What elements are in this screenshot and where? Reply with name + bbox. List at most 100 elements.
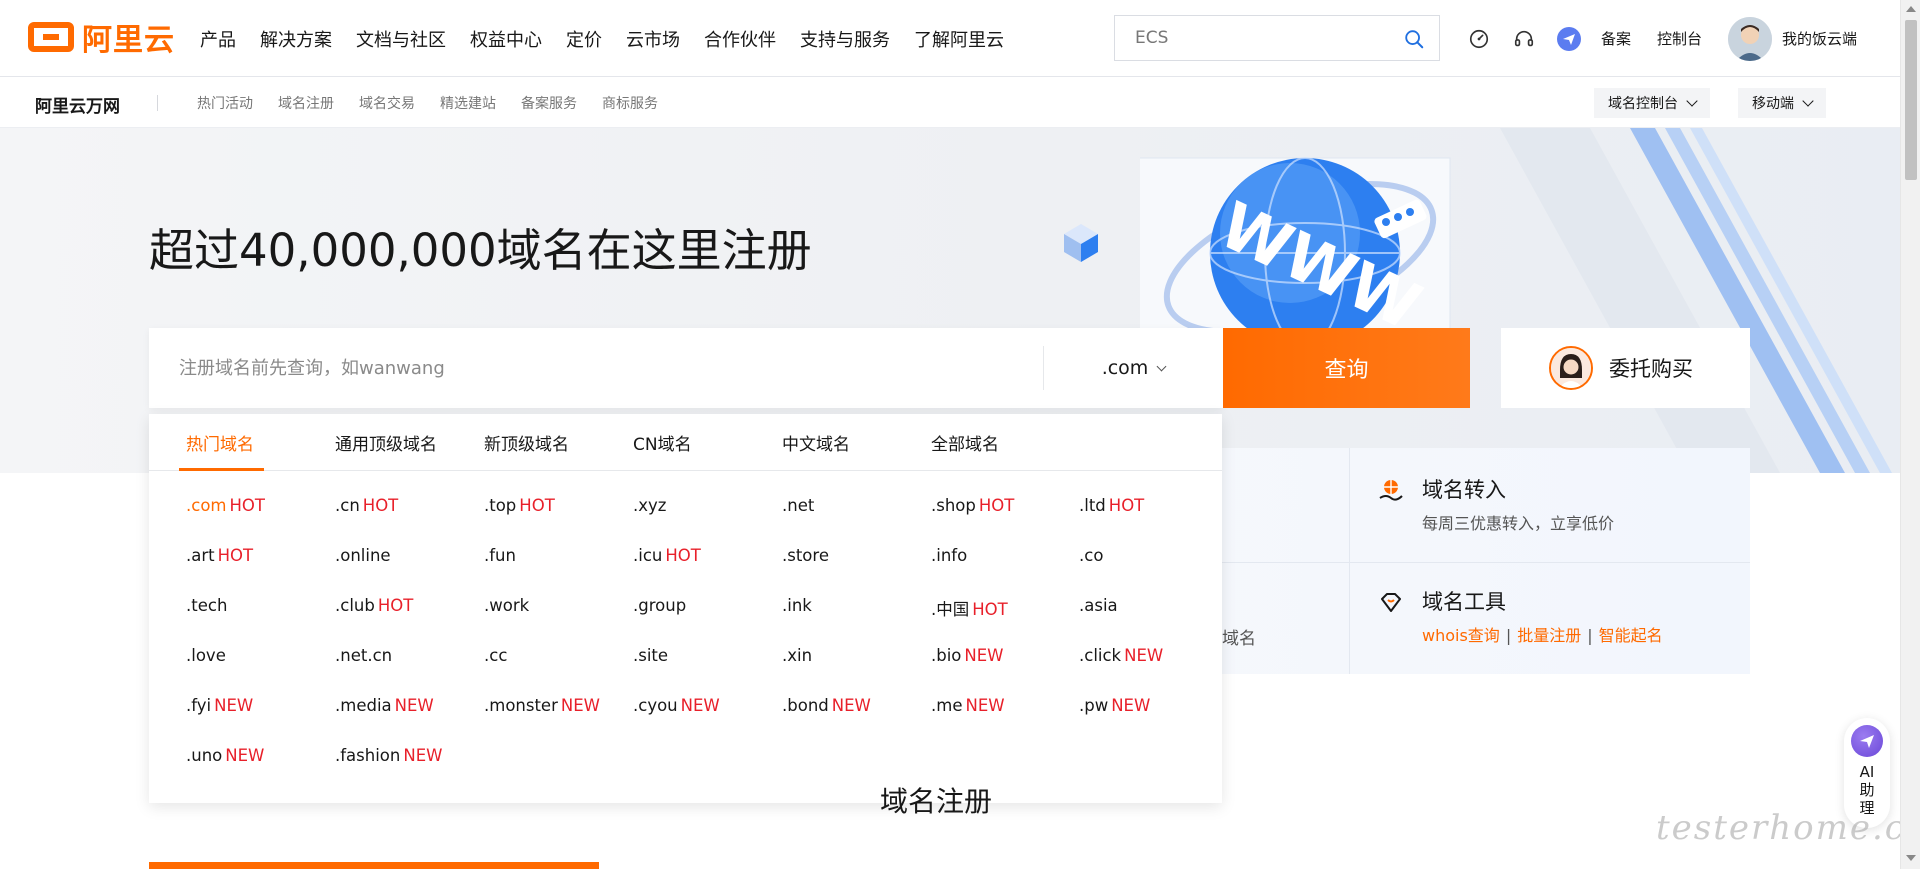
- top-search-input[interactable]: [1135, 28, 1395, 48]
- tld-item[interactable]: .cn HOT: [335, 496, 398, 515]
- sub-link-trade[interactable]: 域名交易: [359, 93, 415, 113]
- aliyun-logo[interactable]: 阿里云: [28, 20, 175, 58]
- tld-item[interactable]: .ink: [782, 596, 812, 615]
- tld-item[interactable]: .fyi NEW: [186, 696, 253, 715]
- nav-item-docs[interactable]: 文档与社区: [356, 26, 446, 52]
- broker-buy-button[interactable]: 委托购买: [1501, 328, 1750, 408]
- sub-link-sites[interactable]: 精选建站: [440, 93, 496, 113]
- tld-item[interactable]: .pw NEW: [1079, 696, 1150, 715]
- service-divider: [1349, 448, 1350, 674]
- tld-item[interactable]: .top HOT: [484, 496, 555, 515]
- tab-new[interactable]: 新顶级域名: [484, 430, 569, 455]
- tld-item[interactable]: .cc: [484, 646, 507, 665]
- speed-icon[interactable]: [1466, 26, 1492, 52]
- tld-item[interactable]: .中国 HOT: [931, 596, 1008, 620]
- tld-item[interactable]: .monster NEW: [484, 696, 600, 715]
- tld-item[interactable]: .uno NEW: [186, 746, 264, 765]
- avatar[interactable]: [1728, 16, 1773, 61]
- sub-link-events[interactable]: 热门活动: [197, 93, 253, 113]
- page-scrollbar[interactable]: [1900, 0, 1920, 869]
- nav-item-products[interactable]: 产品: [200, 26, 236, 52]
- tab-cn[interactable]: CN域名: [633, 430, 692, 455]
- search-icon[interactable]: [1403, 28, 1425, 50]
- domain-console-button[interactable]: 域名控制台: [1594, 88, 1710, 118]
- tld-item[interactable]: .club HOT: [335, 596, 413, 615]
- scroll-down-arrow-icon[interactable]: [1906, 855, 1916, 861]
- tld-item[interactable]: .tech: [186, 596, 227, 615]
- nav-item-pricing[interactable]: 定价: [566, 26, 602, 52]
- tld-tag-badge: NEW: [225, 746, 265, 765]
- nav-item-partners[interactable]: 合作伙伴: [704, 26, 776, 52]
- ai-plane-icon: [1851, 725, 1883, 757]
- user-name[interactable]: 我的饭云端: [1782, 28, 1857, 49]
- tab-all[interactable]: 全部域名: [931, 430, 999, 455]
- tld-item[interactable]: .fashion NEW: [335, 746, 442, 765]
- tld-item[interactable]: .bio NEW: [931, 646, 1004, 665]
- console-link[interactable]: 控制台: [1657, 28, 1702, 49]
- tld-item[interactable]: .art HOT: [186, 546, 253, 565]
- tld-item[interactable]: .fun: [484, 546, 516, 565]
- tld-name: .media: [335, 696, 392, 715]
- nav-item-about[interactable]: 了解阿里云: [914, 26, 1004, 52]
- headset-icon[interactable]: [1511, 26, 1537, 52]
- scroll-up-arrow-icon[interactable]: [1906, 6, 1916, 12]
- tld-tag-badge: NEW: [965, 696, 1005, 715]
- tld-name: .cc: [484, 646, 508, 665]
- plane-icon[interactable]: [1556, 26, 1582, 52]
- tld-item[interactable]: .co: [1079, 546, 1103, 565]
- tools-title: 域名工具: [1422, 590, 1506, 614]
- nav-item-solutions[interactable]: 解决方案: [260, 26, 332, 52]
- tld-item[interactable]: .ltd HOT: [1079, 496, 1144, 515]
- tld-item[interactable]: .click NEW: [1079, 646, 1163, 665]
- tld-item[interactable]: .store: [782, 546, 829, 565]
- section-accent-bar: [149, 862, 599, 869]
- mobile-button[interactable]: 移动端: [1738, 88, 1826, 118]
- top-search: [1114, 15, 1440, 61]
- beian-link[interactable]: 备案: [1601, 28, 1631, 49]
- tld-item[interactable]: .work: [484, 596, 529, 615]
- query-button[interactable]: 查询: [1223, 328, 1470, 408]
- tab-generic[interactable]: 通用顶级域名: [335, 430, 437, 455]
- sub-link-beian[interactable]: 备案服务: [521, 93, 577, 113]
- tld-item[interactable]: .xyz: [633, 496, 666, 515]
- section-title: 域名注册: [880, 785, 993, 818]
- batch-register-link[interactable]: 批量注册: [1517, 626, 1581, 645]
- tld-item[interactable]: .net: [782, 496, 814, 515]
- tld-item[interactable]: .bond NEW: [782, 696, 871, 715]
- tld-item[interactable]: .cyou NEW: [633, 696, 720, 715]
- tld-item[interactable]: .com HOT: [186, 496, 265, 515]
- tld-name: .click: [1079, 646, 1122, 665]
- sub-link-register[interactable]: 域名注册: [278, 93, 334, 113]
- tld-name: .icu: [633, 546, 663, 565]
- scrollbar-thumb[interactable]: [1905, 20, 1917, 180]
- tld-select[interactable]: .com: [1043, 346, 1223, 390]
- tld-item[interactable]: .me NEW: [931, 696, 1005, 715]
- smart-naming-link[interactable]: 智能起名: [1599, 626, 1663, 645]
- nav-item-marketplace[interactable]: 云市场: [626, 26, 680, 52]
- tld-item[interactable]: .xin: [782, 646, 812, 665]
- whois-link[interactable]: whois查询: [1422, 626, 1500, 645]
- tld-item[interactable]: .site: [633, 646, 668, 665]
- tld-item[interactable]: .info: [931, 546, 967, 565]
- sub-link-trademark[interactable]: 商标服务: [602, 93, 658, 113]
- nav-item-benefits[interactable]: 权益中心: [470, 26, 542, 52]
- domain-search-input[interactable]: [179, 350, 999, 386]
- tab-hot[interactable]: 热门域名: [186, 430, 254, 455]
- tld-name: .online: [335, 546, 391, 565]
- tld-item[interactable]: .group: [633, 596, 686, 615]
- tab-chinese[interactable]: 中文域名: [782, 430, 850, 455]
- tld-name: .club: [335, 596, 375, 615]
- tld-item[interactable]: .media NEW: [335, 696, 434, 715]
- tld-item[interactable]: .net.cn: [335, 646, 392, 665]
- transfer-title: 域名转入: [1422, 478, 1506, 502]
- sub-brand[interactable]: 阿里云万网: [35, 92, 120, 117]
- tld-item[interactable]: .online: [335, 546, 391, 565]
- tld-item[interactable]: .asia: [1079, 596, 1118, 615]
- top-utility: 备案 控制台 我的饭云端: [1466, 0, 1857, 77]
- tld-item[interactable]: .love: [186, 646, 226, 665]
- nav-item-support[interactable]: 支持与服务: [800, 26, 890, 52]
- tld-name: .top: [484, 496, 517, 515]
- hero-title: 超过40,000,000域名在这里注册: [149, 224, 812, 277]
- tld-item[interactable]: .shop HOT: [931, 496, 1014, 515]
- tld-item[interactable]: .icu HOT: [633, 546, 701, 565]
